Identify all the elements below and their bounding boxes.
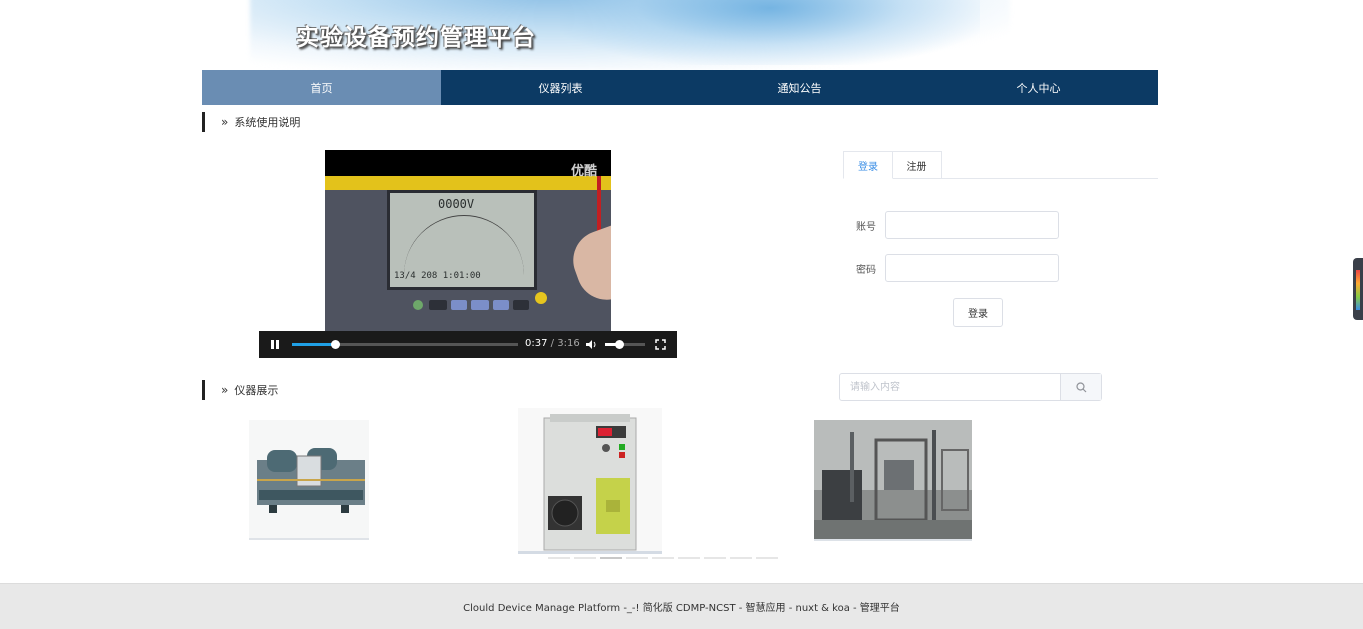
volume-slider[interactable] (605, 340, 645, 349)
double-chevron-right-icon: » (221, 383, 229, 397)
account-input[interactable] (885, 211, 1059, 239)
device-button (413, 300, 423, 310)
volume-icon[interactable] (584, 338, 598, 350)
carousel-indicators (548, 557, 778, 559)
video-time: 0:37 / 3:16 (525, 338, 580, 349)
carousel-dot[interactable] (652, 557, 674, 559)
search-input[interactable] (840, 374, 1060, 400)
video-duration: 3:16 (557, 338, 580, 349)
carousel-dot[interactable] (574, 557, 596, 559)
tab-register[interactable]: 注册 (892, 151, 942, 179)
nav-item-notices[interactable]: 通知公告 (680, 70, 919, 105)
nav-item-home[interactable]: 首页 (202, 70, 441, 105)
carousel-dot[interactable] (678, 557, 700, 559)
search-button[interactable] (1060, 374, 1101, 400)
footer-text: Clould Device Manage Platform -_-! 简化版 C… (463, 603, 900, 614)
video-progress-bar[interactable] (292, 340, 518, 349)
device-button (451, 300, 467, 310)
carousel-dot-active[interactable] (600, 557, 622, 559)
section-header-instruments: » 仪器展示 (202, 380, 278, 400)
main-nav: 首页 仪器列表 通知公告 个人中心 (202, 70, 1158, 105)
header-banner: 实验设备预约管理平台 (0, 0, 1363, 70)
section-title: 系统使用说明 (234, 116, 301, 129)
heater-illustration (543, 414, 637, 551)
password-input[interactable] (885, 254, 1059, 282)
section-title: 仪器展示 (234, 384, 279, 397)
watercolor-decoration (560, 0, 980, 65)
nav-item-personal-center[interactable]: 个人中心 (919, 70, 1158, 105)
video-progress-handle[interactable] (330, 340, 340, 349)
volume-handle[interactable] (615, 340, 624, 349)
video-current-time: 0:37 (525, 338, 548, 349)
video-watermark: 优酷 (570, 164, 597, 179)
footer: Clould Device Manage Platform -_-! 简化版 C… (0, 583, 1363, 629)
carousel-dot[interactable] (756, 557, 778, 559)
auth-tabs: 登录 注册 (843, 151, 1158, 179)
search-icon (1075, 381, 1086, 392)
instrument-image-induction-heater[interactable] (518, 408, 662, 554)
video-device-screen: 0000V 13/4 208 1:01:00 (387, 190, 537, 290)
video-progress-fill (292, 343, 335, 346)
chiller-illustration (257, 448, 365, 513)
site-title: 实验设备预约管理平台 (296, 25, 536, 51)
lab-station-illustration (814, 420, 972, 539)
carousel-dot[interactable] (730, 557, 752, 559)
account-label: 账号 (856, 222, 876, 233)
device-button (471, 300, 489, 310)
double-chevron-right-icon: » (221, 115, 229, 129)
screen-footer: 13/4 208 1:01:00 (394, 271, 481, 281)
nav-item-instrument-list[interactable]: 仪器列表 (441, 70, 680, 105)
screen-readout: 0000V (438, 197, 475, 211)
side-widget-meter-icon (1356, 270, 1360, 310)
device-button (535, 292, 547, 304)
search-box (839, 373, 1102, 401)
video-device-trim (325, 176, 611, 190)
video-probe-wire (597, 176, 601, 236)
password-label: 密码 (856, 265, 876, 276)
video-player[interactable]: 0000V 13/4 208 1:01:00 优酷 0:37 / 3:16 (259, 150, 677, 358)
carousel-dot[interactable] (704, 557, 726, 559)
instrument-image-chiller[interactable] (249, 420, 369, 540)
device-button (513, 300, 529, 310)
meter-arc (404, 215, 524, 275)
instrument-image-lab-station[interactable] (814, 420, 972, 541)
device-button (429, 300, 447, 310)
video-time-separator: / (550, 338, 555, 349)
login-button[interactable]: 登录 (953, 298, 1003, 327)
video-controls: 0:37 / 3:16 (259, 331, 677, 358)
device-button (493, 300, 509, 310)
carousel-dot[interactable] (626, 557, 648, 559)
section-header-usage: » 系统使用说明 (202, 112, 300, 132)
tab-login[interactable]: 登录 (843, 151, 893, 179)
fullscreen-icon[interactable] (654, 338, 666, 350)
carousel-dot[interactable] (548, 557, 570, 559)
pause-icon[interactable] (269, 338, 281, 350)
side-widget-tab[interactable] (1353, 258, 1363, 320)
video-frame[interactable]: 0000V 13/4 208 1:01:00 优酷 (325, 150, 611, 331)
